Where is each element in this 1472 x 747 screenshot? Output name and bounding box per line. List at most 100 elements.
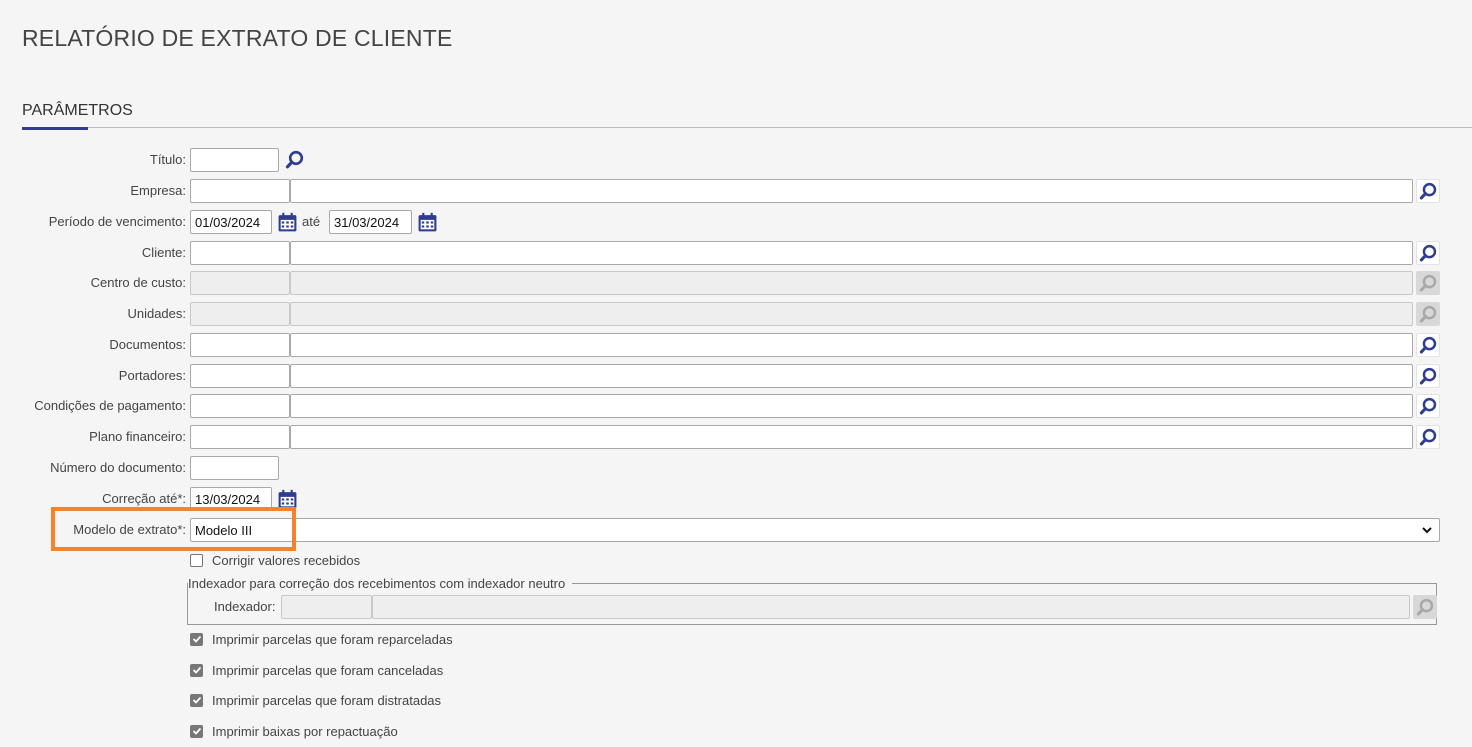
distratadas-checkbox-row[interactable]: Imprimir parcelas que foram distratadas [190,691,441,709]
search-icon [1419,182,1438,201]
portadores-name-input[interactable] [290,364,1413,388]
indexador-name-input [372,595,1410,619]
search-icon [1419,428,1438,447]
cliente-code-input[interactable] [190,241,290,265]
titulo-search-button[interactable] [283,148,307,172]
cliente-search-button[interactable] [1416,241,1440,265]
row-documentos: Documentos: [0,333,1472,357]
reparceladas-checkbox-row[interactable]: Imprimir parcelas que foram reparceladas [190,630,453,648]
canceladas-checkbox[interactable] [190,663,203,677]
titulo-label: Título: [149,152,186,167]
periodo-separator: até [302,214,321,229]
search-icon [1419,367,1438,386]
documentos-search-button[interactable] [1416,333,1440,357]
modelo-selected-value: Modelo III [195,523,253,538]
centro-custo-name-input [290,271,1413,295]
row-modelo: Modelo de extrato*: Modelo III [0,518,1472,542]
repactuacao-checkbox[interactable] [190,724,203,738]
canceladas-checkbox-row[interactable]: Imprimir parcelas que foram canceladas [190,661,443,679]
unidades-code-input [190,302,290,326]
periodo-start-calendar-button[interactable] [275,210,299,234]
periodo-end-calendar-button[interactable] [415,210,439,234]
unidades-search-button [1416,302,1440,326]
plano-code-input[interactable] [190,425,290,449]
search-icon [1419,305,1438,324]
row-condicoes: Condições de pagamento: [0,394,1472,418]
row-periodo: Período de vencimento: até [0,210,1472,234]
empresa-code-input[interactable] [190,179,290,203]
page-title: RELATÓRIO DE EXTRATO DE CLIENTE [22,25,453,51]
periodo-end-input[interactable] [329,210,412,234]
centro-custo-label: Centro de custo: [90,275,186,290]
reparceladas-checkbox[interactable] [190,632,203,646]
corrigir-checkbox-row[interactable]: Corrigir valores recebidos [190,551,360,569]
empresa-search-button[interactable] [1416,179,1440,203]
modelo-select[interactable]: Modelo III [190,518,1440,542]
search-icon [285,150,305,170]
correcao-calendar-button[interactable] [275,487,299,511]
section-divider [22,127,1472,128]
condicoes-code-input[interactable] [190,394,290,418]
condicoes-name-input[interactable] [290,394,1413,418]
indexador-search-button [1413,595,1437,619]
documentos-name-input[interactable] [290,333,1413,357]
modelo-label: Modelo de extrato*: [73,522,186,537]
empresa-label: Empresa: [130,183,186,198]
portadores-code-input[interactable] [190,364,290,388]
repactuacao-label: Imprimir baixas por repactuação [212,723,398,739]
canceladas-label: Imprimir parcelas que foram canceladas [212,662,444,678]
periodo-start-input[interactable] [190,210,272,234]
repactuacao-checkbox-row[interactable]: Imprimir baixas por repactuação [190,722,398,740]
calendar-icon [277,212,298,233]
unidades-name-input [290,302,1413,326]
check-icon [192,666,201,674]
calendar-icon [417,212,438,233]
chevron-down-icon [1422,527,1432,534]
numero-documento-input[interactable] [190,456,279,480]
row-portadores: Portadores: [0,364,1472,388]
plano-search-button[interactable] [1416,425,1440,449]
cliente-name-input[interactable] [290,241,1413,265]
row-indexador: Indexador: [0,595,1472,619]
corrigir-label: Corrigir valores recebidos [212,552,361,568]
unidades-label: Unidades: [127,306,186,321]
portadores-label: Portadores: [118,368,186,383]
section-title[interactable]: PARÂMETROS [22,102,133,120]
indexador-legend: Indexador para correção dos recebimentos… [188,576,568,591]
cliente-label: Cliente: [141,245,186,260]
periodo-label: Período de vencimento: [48,214,186,229]
check-icon [192,727,201,735]
calendar-icon [277,489,298,510]
search-icon [1419,244,1438,263]
condicoes-search-button[interactable] [1416,394,1440,418]
check-icon [192,635,201,643]
row-titulo: Título: [0,148,1472,172]
correcao-label: Correção até*: [102,491,186,506]
row-empresa: Empresa: [0,179,1472,203]
search-icon [1419,397,1438,416]
row-numero-documento: Número do documento: [0,456,1472,480]
row-unidades: Unidades: [0,302,1472,326]
documentos-code-input[interactable] [190,333,290,357]
search-icon [1419,274,1438,293]
titulo-input[interactable] [190,148,279,172]
indexador-code-input [281,595,372,619]
plano-name-input[interactable] [290,425,1413,449]
condicoes-label: Condições de pagamento: [34,398,186,413]
distratadas-label: Imprimir parcelas que foram distratadas [212,692,442,708]
distratadas-checkbox[interactable] [190,693,203,707]
search-icon [1419,336,1438,355]
section-tab-underline [22,127,88,130]
documentos-label: Documentos: [109,337,186,352]
reparceladas-label: Imprimir parcelas que foram reparceladas [212,631,453,647]
empresa-name-input[interactable] [290,179,1413,203]
corrigir-checkbox[interactable] [190,553,203,567]
row-plano: Plano financeiro: [0,425,1472,449]
plano-label: Plano financeiro: [89,429,186,444]
row-centro-custo: Centro de custo: [0,271,1472,295]
portadores-search-button[interactable] [1416,364,1440,388]
indexador-label: Indexador: [214,599,276,614]
row-correcao: Correção até*: [0,487,1472,511]
correcao-date-input[interactable] [190,487,272,511]
centro-custo-code-input [190,271,290,295]
